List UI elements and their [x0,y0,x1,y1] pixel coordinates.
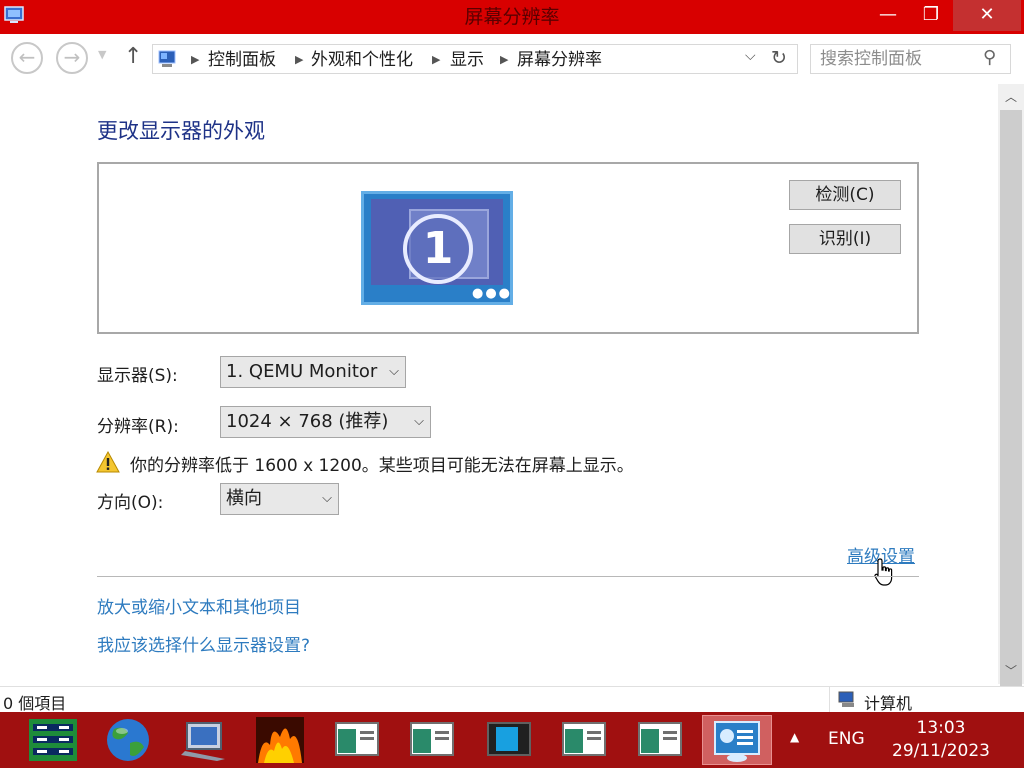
fire-game-icon [256,717,304,763]
display-settings-icon [714,721,760,762]
chevron-down-icon: ▼ [98,48,107,61]
display-arrangement-panel: 1 ●●● 检测(C) 识别(I) [97,162,919,334]
orientation-select[interactable]: 横向 ⌵ [220,483,339,515]
status-divider [829,687,830,713]
warning-icon [96,451,120,473]
identify-button[interactable]: 识别(I) [789,224,901,254]
chevron-down-icon: ⌵ [389,364,399,379]
clock-date[interactable]: 29/11/2023 [887,741,995,761]
taskbar-window-dark[interactable] [482,715,538,765]
taskbar-window-3[interactable] [557,715,613,765]
breadcrumb-appearance[interactable]: 外观和个性化 [311,48,413,72]
forward-arrow-icon: → [63,45,81,69]
display-settings-app-icon[interactable] [4,5,24,25]
search-input[interactable] [820,47,980,71]
navigation-bar: ← → ▼ ↑ ▶ 控制面板 ▶ 外观和个性化 ▶ 显示 ▶ 屏幕分辨率 ⌵ ↻… [0,34,1024,82]
monitor-1-tile[interactable]: 1 ●●● [361,191,513,305]
taskbar-display-settings[interactable] [702,715,772,765]
breadcrumb-separator-icon: ▶ [295,53,304,66]
window-icon [638,722,682,756]
address-box[interactable]: ▶ 控制面板 ▶ 外观和个性化 ▶ 显示 ▶ 屏幕分辨率 ⌵ ↻ [152,44,798,74]
resolution-select-value: 1024 × 768 (推荐) [226,411,389,432]
page-title: 更改显示器的外观 [97,119,265,143]
language-indicator[interactable]: ENG [828,729,865,749]
monitor-number-badge: 1 [403,214,473,284]
monitor-dots-icon: ●●● [472,286,513,301]
search-icon[interactable]: ⚲ [983,47,996,68]
globe-icon [107,719,149,761]
maximize-button[interactable]: ❐ [907,0,955,31]
breadcrumb-separator-icon: ▶ [191,53,200,66]
breadcrumb-display[interactable]: 显示 [450,48,484,72]
chevron-down-icon: ⌵ [414,414,424,429]
taskbar-fire-game[interactable] [252,715,308,765]
scroll-thumb[interactable] [1000,110,1022,690]
recent-locations-button[interactable]: ▼ [98,48,106,61]
computer-icon [181,722,225,761]
monitor-screen: 1 [371,199,503,285]
hand-cursor-icon [874,558,893,586]
back-button[interactable]: ← [11,42,43,74]
breadcrumb-separator-icon: ▶ [500,53,509,66]
chevron-down-icon: ⌵ [322,491,332,506]
address-dropdown-icon[interactable]: ⌵ [745,48,756,64]
window-icon [562,722,606,756]
computer-icon [838,691,854,707]
forward-button[interactable]: → [56,42,88,74]
show-hidden-icons-button[interactable]: ▲ [790,730,799,744]
display-label: 显示器(S): [97,366,178,386]
breadcrumb-screen-resolution[interactable]: 屏幕分辨率 [517,48,602,72]
control-panel-icon [158,50,176,67]
text-size-link[interactable]: 放大或缩小文本和其他项目 [97,593,301,618]
window-icon [335,722,379,756]
clock-time[interactable]: 13:03 [893,718,989,738]
orientation-select-value: 横向 [226,488,262,509]
up-button[interactable]: ↑ [124,44,142,69]
vertical-scrollbar[interactable]: ︿ ﹀ [998,84,1024,690]
detect-button[interactable]: 检测(C) [789,180,901,210]
back-arrow-icon: ← [18,45,36,69]
chevron-up-icon: ▲ [790,730,800,744]
orientation-label: 方向(O): [97,493,164,513]
resolution-select[interactable]: 1024 × 768 (推荐) ⌵ [220,406,431,438]
display-select[interactable]: 1. QEMU Monitor ⌵ [220,356,406,388]
close-button[interactable]: ✕ [953,0,1021,31]
taskbar-internet[interactable] [100,715,156,765]
taskbar-network-panel[interactable] [25,715,81,765]
scroll-down-icon[interactable]: ﹀ [998,662,1024,679]
resolution-warning-text: 你的分辨率低于 1600 x 1200。某些项目可能无法在屏幕上显示。 [130,456,634,476]
refresh-icon[interactable]: ↻ [771,47,787,69]
dark-window-icon [487,722,531,756]
breadcrumb-control-panel[interactable]: 控制面板 [208,48,276,72]
taskbar-computer[interactable] [177,715,233,765]
display-select-value: 1. QEMU Monitor [226,361,378,382]
taskbar-window-4[interactable] [633,715,689,765]
window-icon [410,722,454,756]
taskbar-window-2[interactable] [405,715,461,765]
up-arrow-icon: ↑ [124,44,143,69]
scroll-up-icon[interactable]: ︿ [998,88,1024,105]
location-text: 计算机 [864,694,913,713]
taskbar-window-1[interactable] [330,715,386,765]
display-settings-help-link[interactable]: 我应该选择什么显示器设置? [97,631,310,656]
search-box[interactable]: ⚲ [810,44,1011,74]
status-bar: 0 個項目 计算机 [0,686,1024,713]
network-panel-icon [29,719,77,761]
title-bar: 屏幕分辨率 — ❐ ✕ [0,0,1024,34]
resolution-label: 分辨率(R): [97,417,179,437]
taskbar: ▲ ENG 13:03 29/11/2023 [0,712,1024,768]
item-count-text: 0 個項目 [3,694,67,713]
breadcrumb-separator-icon: ▶ [432,53,441,66]
section-divider [97,576,919,577]
minimize-button[interactable]: — [864,0,912,31]
